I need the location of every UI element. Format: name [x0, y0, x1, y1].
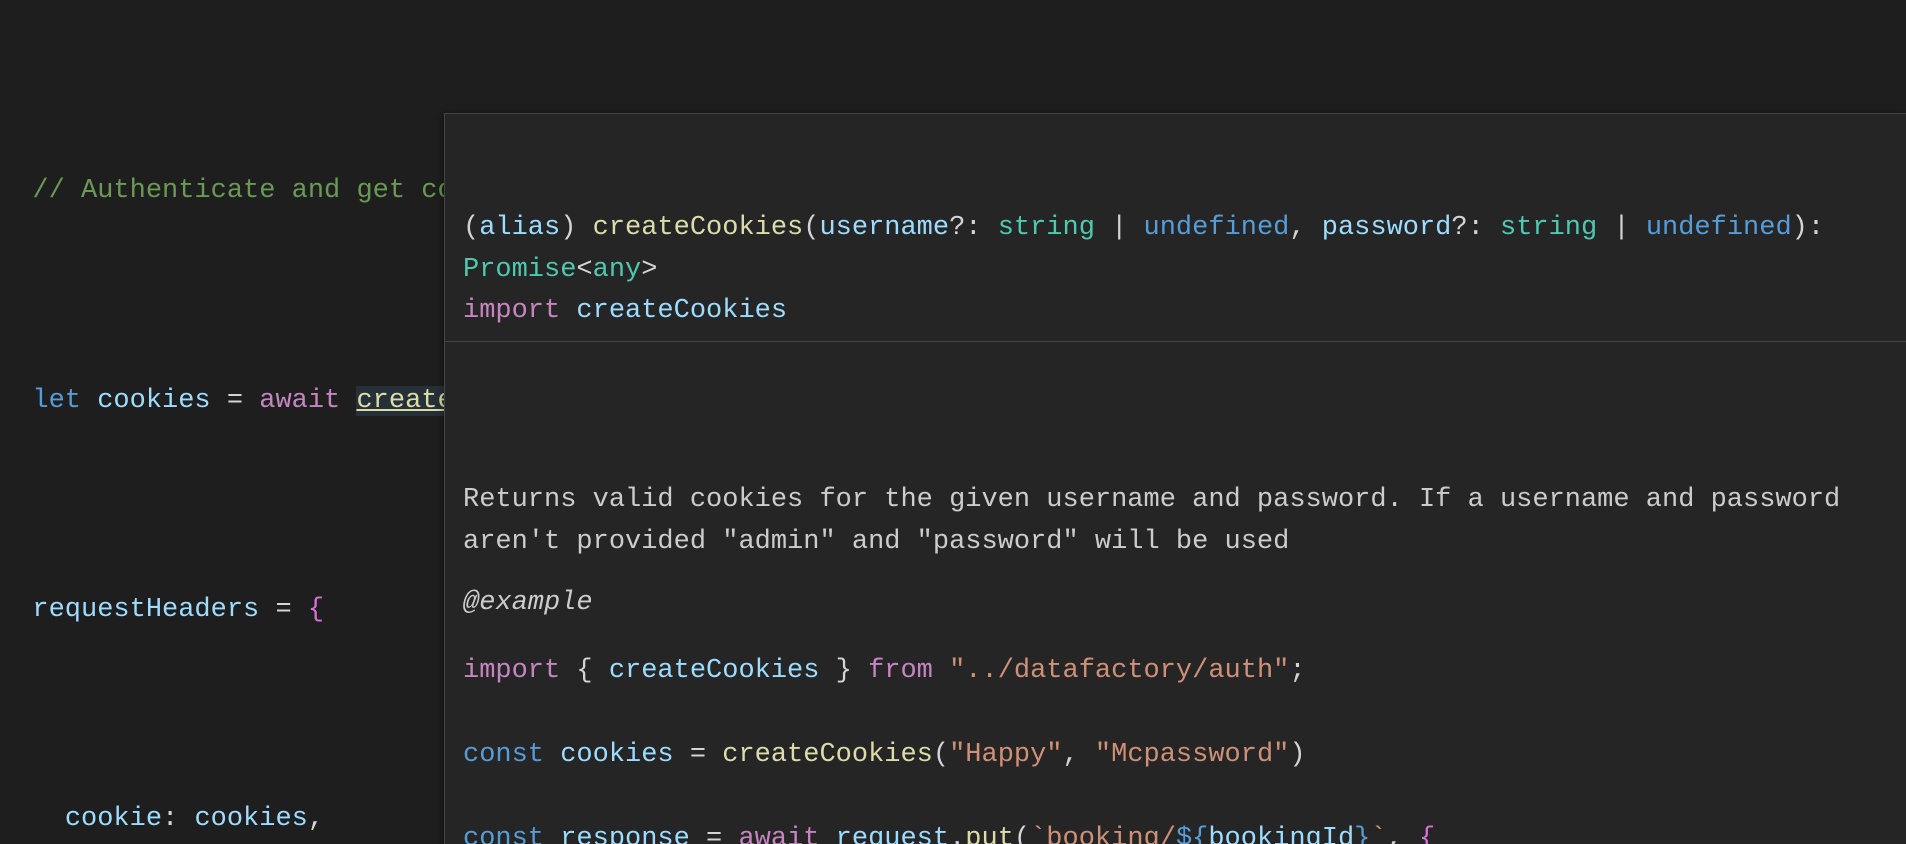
identifier: cookies [560, 740, 673, 770]
hover-tooltip[interactable]: (alias) createCookies(username?: string … [444, 113, 1906, 844]
paren: ) [560, 213, 592, 243]
colon: : [162, 804, 194, 834]
angle: < [576, 255, 592, 285]
type-any: any [593, 255, 642, 285]
comma: , [1063, 740, 1095, 770]
keyword-await: await [259, 386, 340, 416]
paren: ( [463, 213, 479, 243]
operator: = [674, 740, 723, 770]
type: string [1500, 213, 1597, 243]
operator: = [259, 595, 308, 625]
param-name: username [819, 213, 949, 243]
space [560, 296, 576, 326]
keyword-from: from [868, 656, 933, 686]
space [819, 824, 835, 844]
identifier: requestHeaders [32, 595, 259, 625]
template-string: `booking/ [1030, 824, 1176, 844]
identifier: bookingId [1208, 824, 1354, 844]
alias-label: alias [479, 213, 560, 243]
doc-description: Returns valid cookies for the given user… [463, 480, 1889, 564]
template-interp-close: } [1354, 824, 1370, 844]
identifier: cookies [194, 804, 307, 834]
comma: , [1289, 213, 1321, 243]
type-undefined: undefined [1646, 213, 1792, 243]
hover-documentation: Returns valid cookies for the given user… [445, 468, 1906, 844]
identifier: request [836, 824, 949, 844]
paren: ): [1792, 213, 1841, 243]
function-call: createCookies [722, 740, 933, 770]
type-undefined: undefined [1144, 213, 1290, 243]
comma: , [1387, 824, 1419, 844]
semicolon: ; [1289, 656, 1305, 686]
function-call: put [965, 824, 1014, 844]
space [933, 656, 949, 686]
optional-colon: ?: [1451, 213, 1500, 243]
paren: ( [933, 740, 949, 770]
keyword-import: import [463, 656, 560, 686]
brace: { [308, 595, 324, 625]
type: string [998, 213, 1095, 243]
keyword-let: let [32, 386, 81, 416]
string: "Mcpassword" [1095, 740, 1289, 770]
template-interp-open: ${ [1176, 824, 1208, 844]
keyword-await: await [738, 824, 819, 844]
template-string: ` [1370, 824, 1386, 844]
keyword-const: const [463, 824, 544, 844]
identifier: createCookies [576, 296, 787, 326]
dot: . [949, 824, 965, 844]
space [544, 740, 560, 770]
angle: > [641, 255, 657, 285]
identifier: cookies [97, 386, 210, 416]
comma: , [308, 804, 324, 834]
brace: { [1419, 824, 1435, 844]
brace: } [819, 656, 851, 686]
space [544, 824, 560, 844]
hover-signature: (alias) createCookies(username?: string … [445, 198, 1906, 343]
identifier: createCookies [609, 656, 820, 686]
keyword-import: import [463, 296, 560, 326]
brace: { [576, 656, 608, 686]
code-editor[interactable]: // Authenticate and get cookies let cook… [0, 0, 1906, 844]
property-key: cookie [65, 804, 162, 834]
string: "../datafactory/auth" [949, 656, 1289, 686]
keyword-const: const [463, 740, 544, 770]
function-name: createCookies [593, 213, 804, 243]
param-name: password [1322, 213, 1452, 243]
string: "Happy" [949, 740, 1062, 770]
doc-example-code: import { createCookies } from "../datafa… [463, 651, 1889, 844]
operator: = [211, 386, 260, 416]
pipe: | [1597, 213, 1646, 243]
space [852, 656, 868, 686]
space [560, 656, 576, 686]
paren: ( [1014, 824, 1030, 844]
paren: ( [803, 213, 819, 243]
operator: = [690, 824, 739, 844]
paren: ) [1289, 740, 1305, 770]
type-promise: Promise [463, 255, 576, 285]
doc-example-tag: @example [463, 583, 1889, 625]
optional-colon: ?: [949, 213, 998, 243]
identifier: response [560, 824, 690, 844]
pipe: | [1095, 213, 1144, 243]
space [340, 386, 356, 416]
